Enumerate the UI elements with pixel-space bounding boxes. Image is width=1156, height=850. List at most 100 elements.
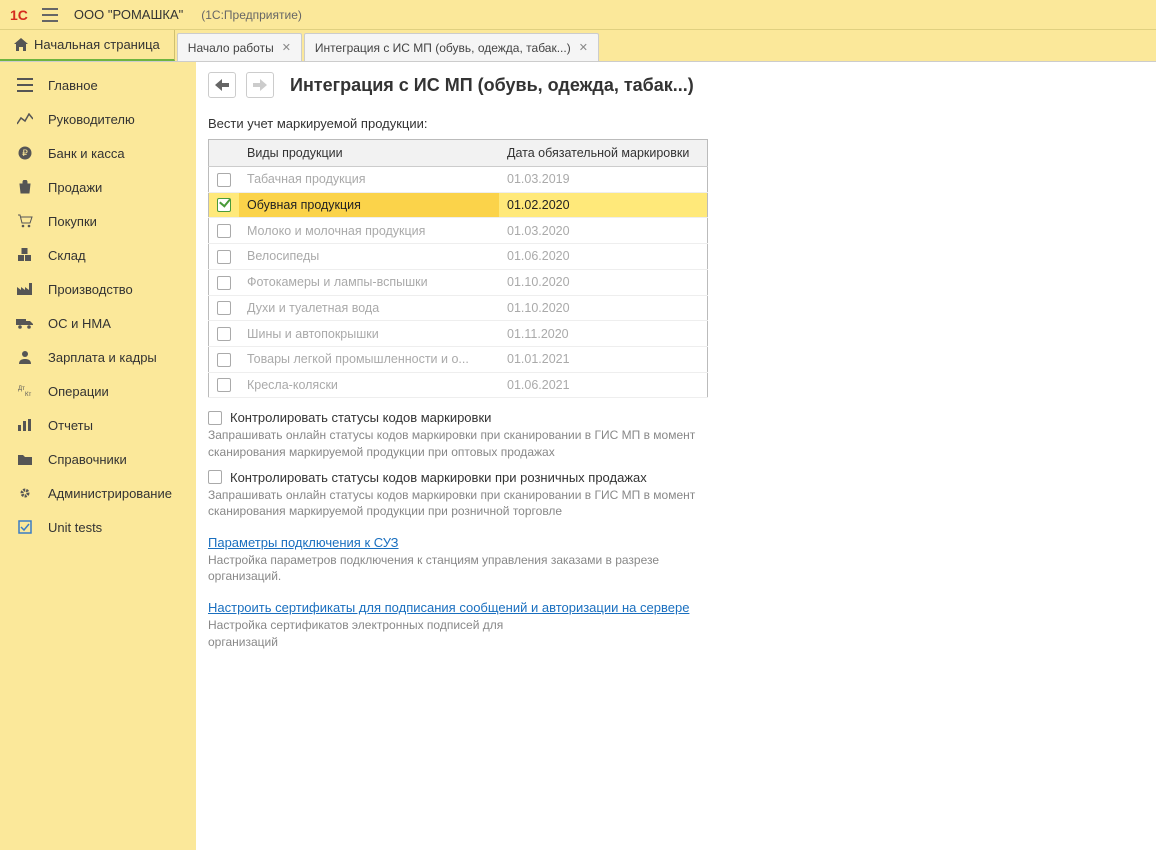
ruble-icon: ₽ <box>16 145 34 161</box>
title-bar: 1C ООО "РОМАШКА" (1С:Предприятие) <box>0 0 1156 30</box>
col-type: Виды продукции <box>239 140 499 167</box>
sidebar-item-warehouse[interactable]: Склад <box>0 238 196 272</box>
intro-label: Вести учет маркируемой продукции: <box>208 116 1156 131</box>
row-checkbox[interactable] <box>217 353 231 367</box>
col-date: Дата обязательной маркировки <box>499 140 708 167</box>
row-checkbox[interactable] <box>217 378 231 392</box>
table-row[interactable]: Духи и туалетная вода01.10.2020 <box>209 295 708 321</box>
sidebar-item-label: Продажи <box>48 180 102 195</box>
sidebar-item-label: Администрирование <box>48 486 172 501</box>
row-checkbox[interactable] <box>217 276 231 290</box>
bar-chart-icon <box>16 417 34 433</box>
row-checkbox[interactable] <box>217 301 231 315</box>
table-row[interactable]: Кресла-коляски01.06.2021 <box>209 372 708 398</box>
test-icon <box>16 519 34 535</box>
table-row[interactable]: Фотокамеры и лампы-вспышки01.10.2020 <box>209 269 708 295</box>
folder-icon <box>16 451 34 467</box>
sidebar-item-label: Руководителю <box>48 112 135 127</box>
sidebar-item-main[interactable]: Главное <box>0 68 196 102</box>
truck-icon <box>16 315 34 331</box>
gear-icon <box>16 485 34 501</box>
bag-icon <box>16 179 34 195</box>
sidebar-item-label: ОС и НМА <box>48 316 111 331</box>
sidebar-item-label: Покупки <box>48 214 97 229</box>
tab-start[interactable]: Начало работы ✕ <box>177 33 302 61</box>
sidebar-item-assets[interactable]: ОС и НМА <box>0 306 196 340</box>
row-checkbox[interactable] <box>217 173 231 187</box>
link-certificates[interactable]: Настроить сертификаты для подписания соо… <box>208 600 689 615</box>
sidebar-item-label: Операции <box>48 384 109 399</box>
option-control-statuses[interactable]: Контролировать статусы кодов маркировки <box>208 410 1156 425</box>
table-row[interactable]: Обувная продукция01.02.2020 <box>209 192 708 218</box>
star-icon <box>16 77 34 93</box>
sidebar-item-salary[interactable]: Зарплата и кадры <box>0 340 196 374</box>
sidebar-item-label: Unit tests <box>48 520 102 535</box>
row-name: Молоко и молочная продукция <box>239 218 499 244</box>
row-date: 01.02.2020 <box>499 192 708 218</box>
boxes-icon <box>16 247 34 263</box>
tab-label: Начало работы <box>188 41 274 55</box>
link-suz-params[interactable]: Параметры подключения к СУЗ <box>208 535 399 550</box>
row-date: 01.10.2020 <box>499 269 708 295</box>
sidebar-item-purchases[interactable]: Покупки <box>0 204 196 238</box>
checkbox[interactable] <box>208 470 222 484</box>
sidebar-item-tests[interactable]: Unit tests <box>0 510 196 544</box>
row-date: 01.11.2020 <box>499 321 708 347</box>
content-area: Интеграция с ИС МП (обувь, одежда, табак… <box>196 62 1156 850</box>
sidebar-item-manager[interactable]: Руководителю <box>0 102 196 136</box>
forward-button[interactable] <box>246 72 274 98</box>
menu-icon[interactable] <box>42 8 60 22</box>
option-control-statuses-retail[interactable]: Контролировать статусы кодов маркировки … <box>208 470 1156 485</box>
checkbox[interactable] <box>208 411 222 425</box>
row-name: Велосипеды <box>239 244 499 270</box>
close-icon[interactable]: ✕ <box>282 41 291 54</box>
sidebar-item-production[interactable]: Производство <box>0 272 196 306</box>
chart-line-icon <box>16 111 34 127</box>
tab-integration[interactable]: Интеграция с ИС МП (обувь, одежда, табак… <box>304 33 599 61</box>
journal-icon: ДтКт <box>16 383 34 399</box>
product-name: (1С:Предприятие) <box>201 8 302 22</box>
sidebar-item-label: Банк и касса <box>48 146 125 161</box>
sidebar-item-directories[interactable]: Справочники <box>0 442 196 476</box>
sidebar-item-reports[interactable]: Отчеты <box>0 408 196 442</box>
row-name: Духи и туалетная вода <box>239 295 499 321</box>
row-date: 01.06.2021 <box>499 372 708 398</box>
row-name: Табачная продукция <box>239 167 499 193</box>
page-title: Интеграция с ИС МП (обувь, одежда, табак… <box>290 75 694 96</box>
cart-icon <box>16 213 34 229</box>
option-desc: Запрашивать онлайн статусы кодов маркиро… <box>208 427 708 459</box>
table-row[interactable]: Табачная продукция01.03.2019 <box>209 167 708 193</box>
option-label: Контролировать статусы кодов маркировки <box>230 410 491 425</box>
row-date: 01.10.2020 <box>499 295 708 321</box>
table-row[interactable]: Товары легкой промышленности и о...01.01… <box>209 346 708 372</box>
tab-home-label: Начальная страница <box>34 37 160 52</box>
table-row[interactable]: Молоко и молочная продукция01.03.2020 <box>209 218 708 244</box>
sidebar: Главное Руководителю ₽ Банк и касса Прод… <box>0 62 196 850</box>
sidebar-item-sales[interactable]: Продажи <box>0 170 196 204</box>
sidebar-item-admin[interactable]: Администрирование <box>0 476 196 510</box>
svg-text:Дт: Дт <box>18 386 25 392</box>
svg-text:Кт: Кт <box>25 392 31 397</box>
row-date: 01.01.2021 <box>499 346 708 372</box>
row-checkbox[interactable] <box>217 327 231 341</box>
table-row[interactable]: Шины и автопокрышки01.11.2020 <box>209 321 708 347</box>
product-types-table: Виды продукции Дата обязательной маркиро… <box>208 139 708 398</box>
row-checkbox[interactable] <box>217 250 231 264</box>
sidebar-item-operations[interactable]: ДтКт Операции <box>0 374 196 408</box>
back-button[interactable] <box>208 72 236 98</box>
sidebar-item-label: Главное <box>48 78 98 93</box>
row-checkbox[interactable] <box>217 224 231 238</box>
close-icon[interactable]: ✕ <box>579 41 588 54</box>
link-desc: Настройка сертификатов электронных подпи… <box>208 617 528 649</box>
row-date: 01.03.2020 <box>499 218 708 244</box>
tab-home[interactable]: Начальная страница <box>0 30 175 61</box>
sidebar-item-label: Отчеты <box>48 418 93 433</box>
row-date: 01.03.2019 <box>499 167 708 193</box>
tab-label: Интеграция с ИС МП (обувь, одежда, табак… <box>315 41 571 55</box>
row-name: Фотокамеры и лампы-вспышки <box>239 269 499 295</box>
row-checkbox[interactable] <box>217 198 231 212</box>
option-desc: Запрашивать онлайн статусы кодов маркиро… <box>208 487 708 519</box>
tab-bar: Начальная страница Начало работы ✕ Интег… <box>0 30 1156 62</box>
table-row[interactable]: Велосипеды01.06.2020 <box>209 244 708 270</box>
sidebar-item-bank[interactable]: ₽ Банк и касса <box>0 136 196 170</box>
